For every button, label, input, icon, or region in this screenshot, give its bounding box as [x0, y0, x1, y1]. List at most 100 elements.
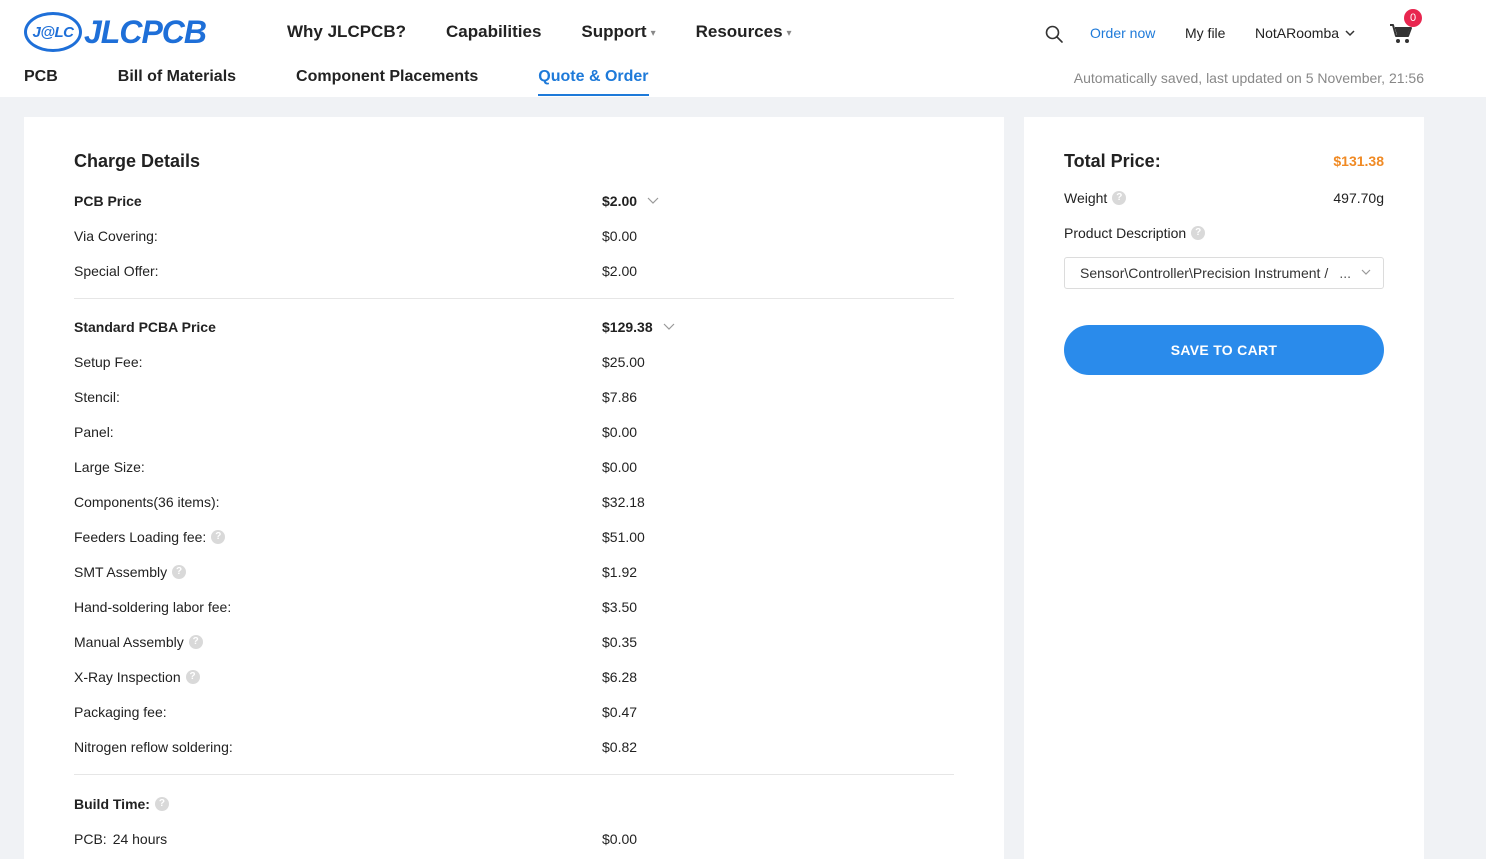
line-item-row: Stencil: $7.86 [74, 389, 954, 409]
row-label-group: SMT Assembly ? [74, 564, 187, 580]
row-label: Manual Assembly [74, 634, 184, 650]
row-value: $51.00 [602, 529, 645, 545]
line-item-row: Nitrogen reflow soldering: $0.82 [74, 739, 954, 759]
row-value: $32.18 [602, 494, 645, 510]
help-icon[interactable]: ? [154, 797, 169, 811]
section-divider [74, 298, 954, 299]
weight-value: 497.70g [1333, 190, 1384, 206]
line-item-row: SMT Assembly ? $1.92 [74, 564, 954, 584]
nav-label: Why JLCPCB? [287, 22, 406, 41]
row-value: $0.00 [602, 459, 638, 475]
row-label: Setup Fee: [74, 354, 143, 370]
help-icon[interactable]: ? [211, 530, 226, 544]
row-value: $2.00 [602, 263, 638, 279]
line-item-row: Feeders Loading fee: ? $51.00 [74, 529, 954, 549]
row-label-group: Build Time: ? [74, 796, 169, 812]
line-item-row: Hand-soldering labor fee: $3.50 [74, 599, 954, 619]
total-price-label: Total Price: [1064, 151, 1161, 171]
jlcpcb-logo[interactable]: J@LC JLCPCB [24, 10, 207, 54]
row-value: $25.00 [602, 354, 645, 370]
nav-label: Capabilities [446, 22, 542, 41]
pcb-price-row[interactable]: PCB Price $2.00 [74, 193, 954, 213]
help-icon[interactable]: ? [1112, 191, 1127, 205]
row-label-group: X-Ray Inspection ? [74, 669, 200, 685]
row-label: Components(36 items): [74, 494, 220, 510]
section-divider [74, 774, 954, 775]
row-value-group: $129.38 [602, 319, 675, 335]
line-item-row: Via Covering: $0.00 [74, 228, 954, 248]
main-nav: Why JLCPCB? Capabilities Support ▾ Resou… [287, 22, 832, 42]
line-item-row: Components(36 items): $32.18 [74, 494, 954, 514]
build-time-row: Build Time: ? [74, 796, 954, 816]
user-menu[interactable]: NotARoomba [1255, 25, 1355, 41]
help-icon[interactable]: ? [188, 635, 203, 649]
help-icon[interactable]: ? [185, 670, 200, 684]
line-item-row: Large Size: $0.00 [74, 459, 954, 479]
line-item-row: Special Offer: $2.00 [74, 263, 954, 283]
row-value: $0.47 [602, 704, 638, 720]
nav-support[interactable]: Support ▾ [581, 22, 655, 42]
row-value: $0.00 [602, 831, 638, 847]
row-label: PCB: [74, 831, 107, 847]
select-value: Sensor\Controller\Precision Instrument / [1080, 265, 1329, 281]
row-value: $0.82 [602, 739, 638, 755]
tab-bill-of-materials[interactable]: Bill of Materials [118, 68, 236, 96]
line-item-row: Packaging fee: $0.47 [74, 704, 954, 724]
row-value: $2.00 [602, 193, 638, 209]
line-item-row: X-Ray Inspection ? $6.28 [74, 669, 954, 689]
row-value: $129.38 [602, 319, 653, 335]
row-label: Via Covering: [74, 228, 158, 244]
row-label: Stencil: [74, 389, 120, 405]
chevron-down-icon[interactable] [647, 197, 659, 205]
save-to-cart-button[interactable]: SAVE TO CART [1064, 325, 1384, 375]
chevron-down-icon [1361, 269, 1371, 275]
row-label: Panel: [74, 424, 114, 440]
tab-pcb[interactable]: PCB [24, 68, 58, 96]
row-label: Nitrogen reflow soldering: [74, 739, 233, 755]
top-header: J@LC JLCPCB Why JLCPCB? Capabilities Sup… [0, 0, 1486, 97]
help-icon[interactable]: ? [1191, 226, 1206, 240]
row-label: Large Size: [74, 459, 145, 475]
product-description-label-group: Product Description ? [1064, 225, 1206, 241]
row-label: SMT Assembly [74, 564, 168, 580]
pcba-price-row[interactable]: Standard PCBA Price $129.38 [74, 319, 954, 339]
row-label: Feeders Loading fee: [74, 529, 207, 545]
tab-quote-and-order[interactable]: Quote & Order [538, 68, 649, 96]
logo-text: JLCPCB [84, 13, 207, 50]
row-value: $1.92 [602, 564, 638, 580]
row-value: $0.35 [602, 634, 638, 650]
chevron-down-icon[interactable] [663, 323, 675, 331]
row-value: $7.86 [602, 389, 638, 405]
logo-mark: J@LC [24, 12, 82, 52]
my-file-link[interactable]: My file [1185, 25, 1225, 41]
order-tabs: PCB Bill of Materials Component Placemen… [24, 68, 709, 96]
cart-count-badge: 0 [1404, 9, 1422, 27]
tab-component-placements[interactable]: Component Placements [296, 68, 478, 96]
line-item-row: Panel: $0.00 [74, 424, 954, 444]
nav-resources[interactable]: Resources ▾ [696, 22, 792, 42]
row-label-group: Manual Assembly ? [74, 634, 203, 650]
order-now-link[interactable]: Order now [1090, 25, 1155, 41]
weight-label-group: Weight ? [1064, 190, 1127, 206]
help-icon[interactable]: ? [172, 565, 187, 579]
order-summary-card: Total Price: $131.38 Weight ? 497.70g Pr… [1024, 117, 1424, 859]
nav-label: Resources [695, 22, 783, 41]
total-price-value: $131.38 [1333, 153, 1384, 169]
nav-capabilities[interactable]: Capabilities [446, 22, 541, 42]
caret-down-icon: ▾ [786, 28, 792, 39]
row-label: Build Time: [74, 796, 150, 812]
caret-down-icon: ▾ [650, 28, 656, 39]
row-label-group: PCB: 24 hours [74, 831, 167, 847]
build-time-pcb-row: PCB: 24 hours $0.00 [74, 831, 954, 851]
nav-label: Support [581, 22, 647, 41]
chevron-down-icon [1345, 30, 1355, 37]
row-label: PCB Price [74, 193, 142, 209]
weight-label: Weight [1064, 190, 1108, 206]
nav-why-jlcpcb[interactable]: Why JLCPCB? [287, 22, 406, 42]
product-description-select[interactable]: Sensor\Controller\Precision Instrument /… [1064, 257, 1384, 289]
user-nav: Order now My file NotARoomba 0 [1026, 9, 1486, 46]
search-icon[interactable] [1044, 24, 1064, 44]
username: NotARoomba [1255, 25, 1340, 41]
row-label: Standard PCBA Price [74, 319, 216, 335]
row-label: X-Ray Inspection [74, 669, 181, 685]
